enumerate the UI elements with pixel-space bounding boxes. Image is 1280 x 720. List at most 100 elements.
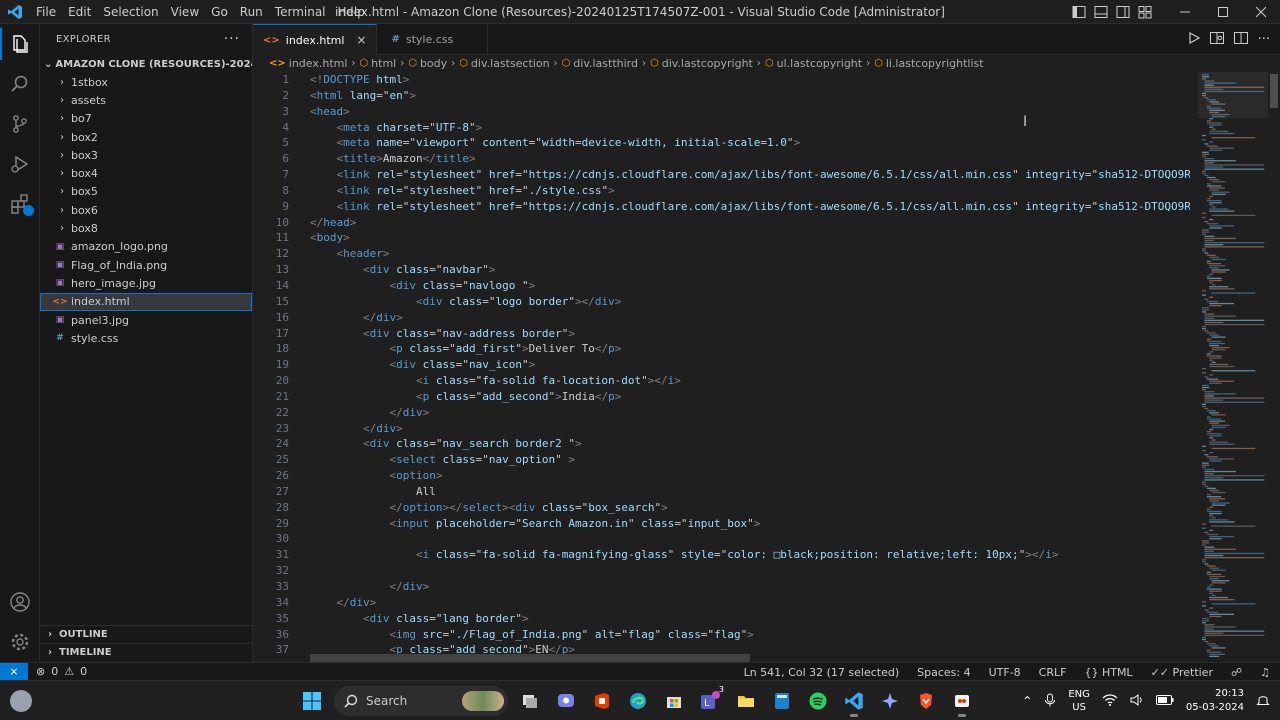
menu-help[interactable]: Help [332,0,371,24]
windows-start-icon[interactable] [296,685,328,717]
close-window-icon[interactable] [1242,0,1280,24]
breadcrumb-item[interactable]: ⬡ div.lastthird [562,57,638,70]
brave-browser-icon[interactable] [910,685,942,717]
toggle-secondary-sidebar-icon[interactable] [1112,0,1134,24]
tree-folder-box6[interactable]: › box6 [40,201,252,219]
code-line[interactable]: <header> [310,246,1190,262]
notifications-bell-icon[interactable]: ♫ [1260,666,1270,679]
office-app-icon[interactable] [586,685,618,717]
workspace-folder-header[interactable]: ⌄ AMAZON CLONE (RESOURCES)-20240125T... [40,55,252,73]
code-line[interactable]: <option> [310,468,1190,484]
tree-folder-bo7[interactable]: › bo7 [40,110,252,128]
code-line[interactable]: <div class="nav_icon"> [310,357,1190,373]
source-control-icon[interactable] [0,104,40,144]
vscode-taskbar-icon[interactable] [838,685,870,717]
menu-view[interactable]: View [165,0,205,24]
tree-folder-box4[interactable]: › box4 [40,164,252,182]
tree-file[interactable]: ▣ hero_image.jpg [40,274,252,292]
code-line[interactable]: <div class="nav_search border2 "> [310,436,1190,452]
close-tab-icon[interactable]: × [356,33,366,47]
breadcrumb-item[interactable]: ⬡ html [359,57,396,70]
tree-file[interactable]: ▣ amazon_logo.png [40,238,252,256]
horizontal-scrollbar[interactable] [310,654,750,662]
problems-indicator[interactable]: ⊗ 0 ⚠ 0 [36,665,87,678]
tree-folder-assets[interactable]: › assets [40,91,252,109]
more-actions-icon[interactable]: ··· [1258,32,1270,47]
code-line[interactable]: <meta charset="UTF-8"> [310,120,1190,136]
run-file-icon[interactable] [1188,31,1200,47]
menu-edit[interactable]: Edit [62,0,97,24]
code-line[interactable]: <div class="navbar"> [310,262,1190,278]
code-line[interactable]: <body> [310,230,1190,246]
code-line[interactable]: <html lang="en"> [310,88,1190,104]
minimap-viewport[interactable] [1198,72,1268,118]
feedback-icon[interactable]: ☍ [1231,666,1242,679]
code-line[interactable]: <input placeholder="Search Amazon.in" cl… [310,516,1190,532]
code-line[interactable] [310,563,1190,579]
code-line[interactable]: <head> [310,104,1190,120]
teams-app-icon[interactable]: L3 [694,685,726,717]
vertical-scrollbar[interactable] [1268,72,1280,662]
input-language-indicator[interactable]: ENG US [1068,688,1090,714]
maximize-icon[interactable] [1204,0,1242,24]
snipping-tool-icon[interactable] [946,685,978,717]
outline-section[interactable]: › OUTLINE [40,625,252,643]
toggle-primary-sidebar-icon[interactable] [1068,0,1090,24]
code-line[interactable]: </div> [310,579,1190,595]
menu-run[interactable]: Run [234,0,269,24]
code-line[interactable]: <title>Amazon</title> [310,151,1190,167]
tab-index-html[interactable]: <> index.html × [253,24,378,55]
code-line[interactable]: <div class="logo border"></div> [310,294,1190,310]
code-line[interactable]: </div> [310,421,1190,437]
code-line[interactable]: <img src="./Flag_of_India.png" alt="flag… [310,627,1190,643]
cursor-position[interactable]: Ln 541, Col 32 (17 selected) [744,666,900,679]
menu-file[interactable]: File [30,0,62,24]
tree-folder-box3[interactable]: › box3 [40,146,252,164]
wifi-icon[interactable] [1102,693,1118,709]
minimize-icon[interactable] [1166,0,1204,24]
breadcrumb-item[interactable]: ⬡ div.lastcopyright [650,57,753,70]
accounts-icon[interactable] [0,582,40,622]
explorer-icon[interactable] [0,24,40,64]
taskbar-search[interactable]: Search [334,686,508,716]
file-explorer-icon[interactable] [730,685,762,717]
tree-file[interactable]: ▣ Flag_of_India.png [40,256,252,274]
code-line[interactable]: <p class="add_first">Deliver To</p> [310,341,1190,357]
volume-icon[interactable] [1130,693,1144,709]
menu-selection[interactable]: Selection [97,0,164,24]
code-line[interactable]: <link rel="stylesheet" href="https://cdn… [310,167,1191,183]
code-content[interactable]: <!DOCTYPE html> <html lang="en"> <head> <m… [310,72,1190,658]
menu-go[interactable]: Go [205,0,234,24]
code-line[interactable]: <link rel="stylesheet" href="https://cdn… [310,199,1191,215]
run-debug-icon[interactable] [0,144,40,184]
code-line[interactable]: <div class="navlogo "> [310,278,1190,294]
tab-style-css[interactable]: # style.css [377,24,489,55]
encoding[interactable]: UTF-8 [989,666,1021,679]
breadcrumb-item[interactable]: ⬡ body [408,57,447,70]
code-line[interactable]: <div class="lang border"> [310,611,1190,627]
open-preview-icon[interactable] [1209,32,1224,47]
task-view-icon[interactable] [514,685,546,717]
code-editor[interactable]: 1 2 3 4 5 6 7 8 9 10 11 12 13 14 15 16 17 18 19 20 21 22 23 24 2… [253,72,1280,662]
code-line[interactable]: <!DOCTYPE html> [310,72,1190,88]
minimap[interactable] [1198,72,1268,662]
menu-terminal[interactable]: Terminal [269,0,332,24]
indentation[interactable]: Spaces: 4 [917,666,970,679]
edge-browser-icon[interactable] [622,685,654,717]
remote-indicator-icon[interactable]: ⨯ [0,662,28,681]
microphone-icon[interactable] [1044,693,1056,710]
code-line[interactable]: </div> [310,405,1190,421]
breadcrumb-item[interactable]: ⬡ ul.lastcopyright [765,57,862,70]
code-line[interactable]: </head> [310,215,1190,231]
code-line[interactable]: </div> [310,595,1190,611]
calculator-app-icon[interactable] [766,685,798,717]
tree-folder-box8[interactable]: › box8 [40,219,252,237]
microsoft-store-icon[interactable] [658,685,690,717]
code-line[interactable]: </div> [310,310,1190,326]
code-line[interactable]: <p class="add_second">India</p> [310,389,1190,405]
tree-file[interactable]: ▣ panel3.jpg [40,311,252,329]
code-line[interactable]: <select class="nav_option" > [310,452,1190,468]
code-line[interactable] [310,531,1190,547]
line-ending[interactable]: CRLF [1039,666,1067,679]
notification-center-icon[interactable] [1256,693,1270,710]
